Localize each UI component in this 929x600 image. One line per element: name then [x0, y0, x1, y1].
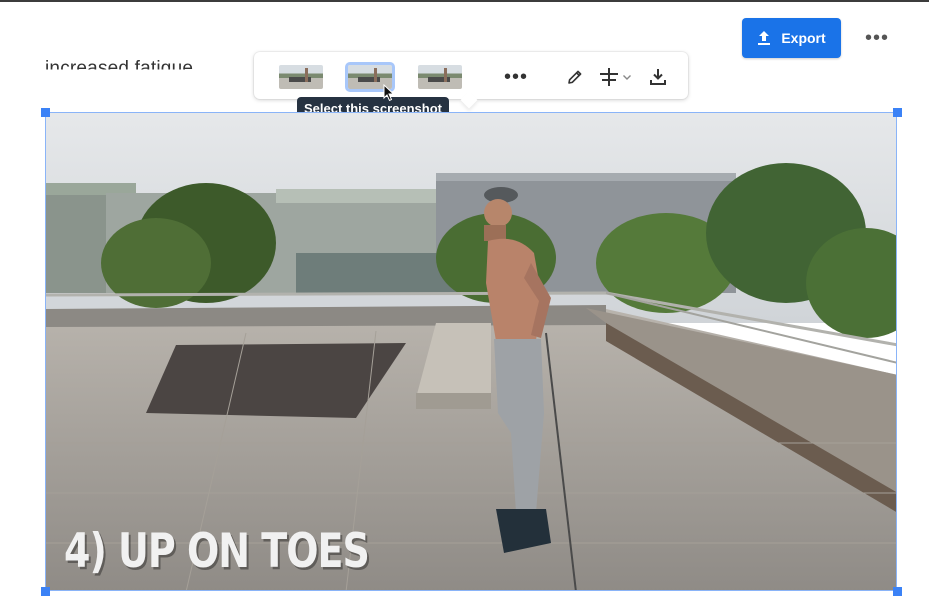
video-caption: 4) UP ON TOES [64, 523, 370, 578]
toolbar-more-icon: ••• [503, 66, 528, 88]
more-options-icon: ••• [865, 26, 890, 49]
download-icon [650, 69, 666, 85]
resize-handle-top-left[interactable] [41, 108, 50, 117]
upload-icon [758, 31, 771, 45]
export-button[interactable]: Export [742, 18, 841, 58]
edit-button[interactable] [562, 64, 588, 90]
toolbar-more-button[interactable]: ••• [503, 64, 529, 90]
screenshot-image[interactable]: 4) UP ON TOES [45, 112, 897, 591]
pencil-icon [568, 70, 582, 84]
mouse-pointer-icon [383, 84, 395, 102]
download-button[interactable] [645, 64, 671, 90]
resize-handle-bottom-right[interactable] [893, 587, 902, 596]
document-text-behind-toolbar: increased fatigue. [45, 58, 199, 79]
resize-handle-top-right[interactable] [893, 108, 902, 117]
more-options-button[interactable]: ••• [865, 26, 890, 49]
screenshot-toolbar: ••• [254, 52, 688, 99]
crop-lines-icon [599, 68, 618, 86]
crop-dropdown-button[interactable] [595, 64, 635, 90]
export-label: Export [781, 30, 826, 46]
window-top-border [0, 0, 929, 2]
screenshot-thumbnail-3[interactable] [418, 65, 462, 89]
chevron-down-icon [622, 75, 631, 80]
video-frame-photo [46, 113, 896, 590]
resize-handle-bottom-left[interactable] [41, 587, 50, 596]
screenshot-thumbnail-1[interactable] [279, 65, 323, 89]
